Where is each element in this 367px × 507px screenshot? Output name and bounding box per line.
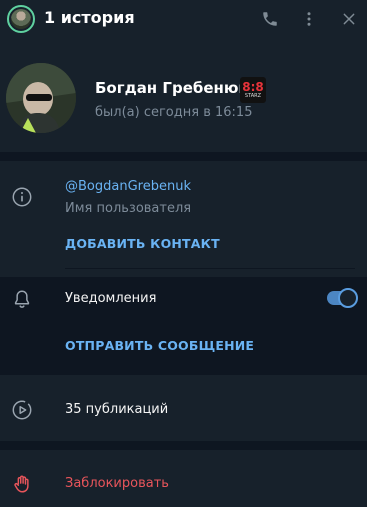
send-message-button[interactable]: ОТПРАВИТЬ СООБЩЕНИЕ bbox=[65, 338, 254, 353]
add-contact-button[interactable]: ДОБАВИТЬ КОНТАКТ bbox=[65, 236, 220, 251]
emoji-status-badge[interactable]: 8:8 STARZ bbox=[240, 77, 266, 103]
story-avatar[interactable] bbox=[7, 5, 35, 33]
close-icon[interactable] bbox=[338, 8, 360, 30]
block-user-button[interactable]: Заблокировать bbox=[65, 476, 169, 491]
notifications-label: Уведомления bbox=[65, 291, 157, 306]
header-title: 1 история bbox=[44, 8, 135, 27]
badge-text: 8:8 bbox=[242, 80, 264, 94]
block-hand-icon bbox=[10, 472, 34, 496]
username-link[interactable]: @BogdanGrebenuk bbox=[65, 179, 191, 194]
notifications-toggle[interactable] bbox=[327, 288, 358, 308]
header-bar: 1 история bbox=[0, 0, 367, 38]
more-menu-icon[interactable] bbox=[298, 8, 320, 30]
badge-subtext: STARZ bbox=[244, 93, 262, 99]
publications-count[interactable]: 35 публикаций bbox=[65, 402, 168, 417]
info-icon bbox=[10, 185, 34, 209]
username-label: Имя пользователя bbox=[65, 201, 192, 216]
profile-avatar[interactable] bbox=[6, 63, 76, 133]
stories-play-icon bbox=[10, 398, 34, 422]
last-seen-status: был(а) сегодня в 16:15 bbox=[95, 105, 253, 120]
profile-name: Богдан Гребенюк bbox=[95, 79, 249, 97]
phone-icon[interactable] bbox=[259, 8, 281, 30]
media-panel bbox=[0, 375, 367, 441]
block-panel bbox=[0, 450, 367, 507]
bell-icon bbox=[10, 287, 34, 311]
